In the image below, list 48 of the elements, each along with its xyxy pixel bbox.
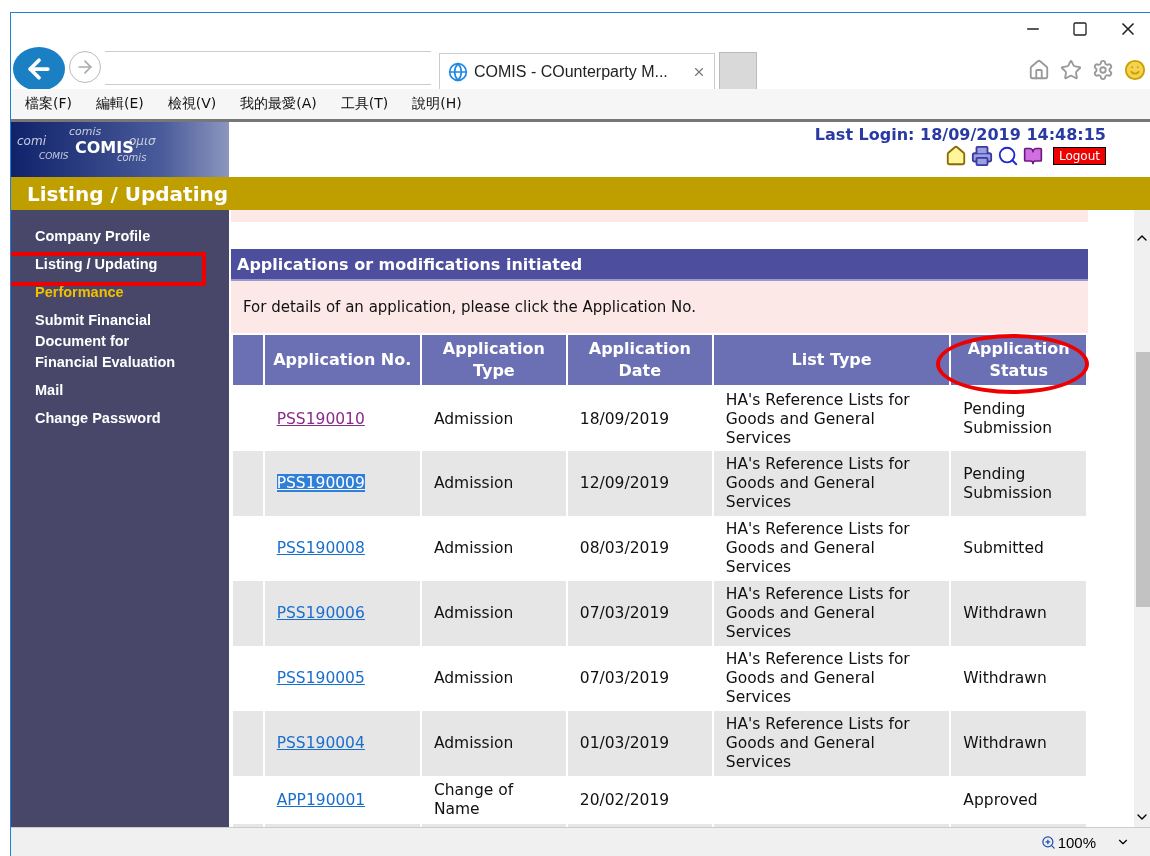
menu-item[interactable]: 說明(H) (412, 95, 462, 113)
back-button[interactable] (13, 47, 65, 91)
menu-item[interactable]: 檢視(V) (167, 95, 217, 113)
logout-button[interactable]: Logout (1052, 147, 1106, 165)
star-icon[interactable] (1060, 59, 1082, 81)
column-header: Application No. (263, 334, 421, 386)
tab-title: COMIS - COunterparty M... (474, 62, 669, 81)
globe-icon (448, 61, 468, 82)
menu-item[interactable]: 我的最愛(A) (240, 95, 317, 113)
sidebar-link[interactable]: Submit Financial Document for Financial Evaluation (35, 310, 195, 373)
book-icon[interactable] (1022, 146, 1043, 166)
logo-text: comis (69, 125, 102, 138)
logo-text: comis (117, 152, 147, 163)
menu-item[interactable]: 編輯(E) (96, 95, 144, 113)
sidebar-link[interactable]: Mail (35, 380, 195, 401)
column-header: Application Status (950, 334, 1087, 386)
scrollbar[interactable] (1134, 210, 1150, 827)
application-link[interactable]: PSS190004 (276, 734, 365, 752)
notice-text: For details of an application, please click the Application No. (231, 281, 1088, 333)
zoom-level[interactable]: 100% (1057, 833, 1096, 851)
menu-item[interactable]: 工具(T) (340, 95, 389, 113)
column-header: Application Type (420, 334, 567, 386)
search-icon[interactable] (996, 145, 1019, 167)
logo-text: comi (17, 134, 46, 148)
application-link[interactable]: PSS190008 (276, 539, 365, 557)
scroll-thumb[interactable] (1136, 352, 1150, 607)
application-link[interactable]: PSS190005 (276, 669, 365, 687)
page-title: Listing / Updating (11, 177, 1150, 210)
home-icon[interactable] (944, 145, 967, 167)
settings-icon[interactable] (1092, 59, 1114, 81)
menu-item[interactable]: 檔案(F) (25, 95, 72, 113)
logo-text: COMIS (39, 151, 69, 161)
sidebar-link[interactable]: Listing / Updating (35, 254, 195, 275)
sidebar-link[interactable]: Change Password (35, 408, 195, 429)
home-icon[interactable] (1028, 59, 1050, 81)
application-link[interactable]: PSS190009 (276, 474, 365, 492)
sidebar-link[interactable]: Company Profile (35, 226, 195, 247)
section-title: Applications or modifications initiated (231, 249, 1088, 281)
printer-icon[interactable] (970, 145, 993, 167)
column-header: Application Date (566, 334, 713, 386)
application-link[interactable]: APP190001 (276, 790, 366, 809)
application-link[interactable]: PSS190010 (276, 409, 365, 428)
sidebar-link[interactable]: Performance (35, 282, 195, 303)
zoom-icon[interactable] (1040, 834, 1056, 850)
application-link[interactable]: PSS190006 (276, 604, 365, 622)
maximize-icon[interactable] (1072, 21, 1088, 37)
last-login: Last Login: 18/09/2019 14:48:15 (814, 125, 1106, 144)
column-header: List Type (712, 334, 951, 386)
